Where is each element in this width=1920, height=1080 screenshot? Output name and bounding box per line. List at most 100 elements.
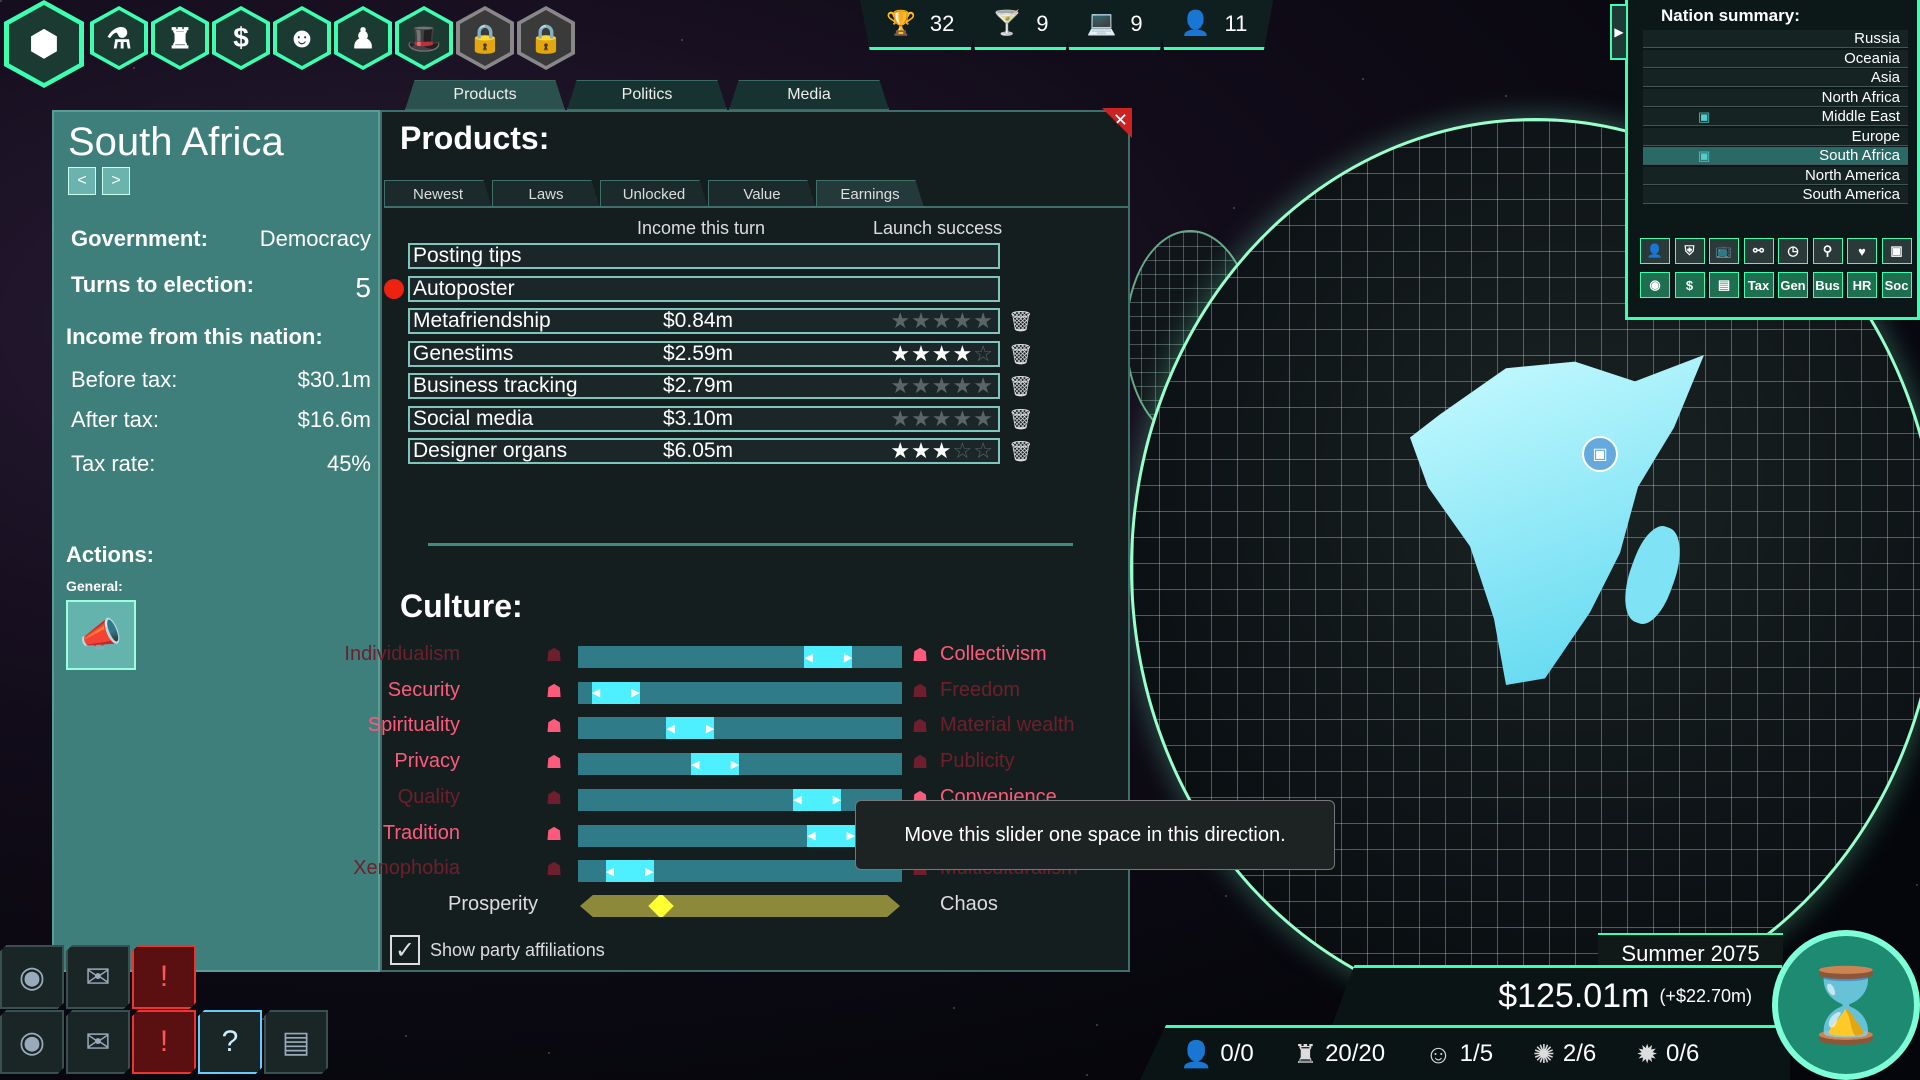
culture-slider-knob[interactable]: ◀ ▶ [666, 717, 715, 740]
alert-button[interactable]: ! [132, 1010, 196, 1074]
collapse-tab[interactable]: ▶ [1610, 4, 1628, 60]
tax-filter[interactable]: Tax [1743, 272, 1774, 298]
arrow-right-icon[interactable]: ▶ [731, 758, 739, 771]
sort-tab-laws[interactable]: Laws [492, 180, 600, 208]
arrow-right-icon[interactable]: ▶ [706, 722, 714, 735]
product-row[interactable]: Social media $3.10m ★★★★★ [408, 405, 1000, 432]
sort-tab-unlocked[interactable]: Unlocked [600, 180, 708, 208]
sort-tab-newest[interactable]: Newest [384, 180, 492, 208]
arrow-right-icon[interactable]: ▶ [844, 651, 852, 664]
culture-slider-track[interactable]: ◀ ▶ [578, 681, 902, 704]
bus-filter[interactable]: Bus [1812, 272, 1843, 298]
arrow-right-icon[interactable]: ▶ [645, 865, 653, 878]
show-party-checkbox[interactable]: ✓ [390, 935, 420, 965]
culture-slider-track[interactable]: ◀ ▶ [578, 824, 902, 847]
mail-button[interactable]: ✉ [66, 1010, 130, 1074]
show-party-label: Show party affiliations [430, 939, 605, 960]
trash-icon[interactable]: 🗑 [1008, 439, 1033, 463]
prosperity-slider[interactable] [580, 895, 900, 917]
culture-slider-knob[interactable]: ◀ ▶ [807, 824, 856, 847]
culture-slider-knob[interactable]: ◀ ▶ [793, 788, 842, 811]
nation-row[interactable]: ▣ South Africa [1643, 147, 1908, 165]
nation-row[interactable]: ▣ Middle East [1643, 108, 1908, 126]
culture-slider-track[interactable]: ◀ ▶ [578, 788, 902, 811]
trash-icon[interactable]: 🗑 [1008, 374, 1033, 398]
lock-icon: 🔒 [521, 10, 571, 66]
camera-filter-icon[interactable]: ▣ [1881, 238, 1912, 264]
culture-slider-track[interactable]: ◀ ▶ [578, 646, 902, 668]
globe-filter-icon[interactable]: ◉ [1640, 272, 1670, 298]
nation-row[interactable]: North America [1643, 166, 1908, 185]
product-row[interactable]: Business tracking $2.79m ★★★★★ [408, 373, 1000, 399]
culture-slider-track[interactable]: ◀ ▶ [578, 753, 902, 776]
gen-filter[interactable]: Gen [1778, 272, 1808, 298]
arrow-left-icon[interactable]: ◀ [807, 829, 815, 842]
tab-media[interactable]: Media [729, 80, 889, 110]
trash-icon[interactable]: 🗑 [1008, 342, 1033, 366]
hr-filter[interactable]: HR [1847, 272, 1877, 298]
star-icon: ★ [973, 373, 994, 398]
culture-slider-knob[interactable]: ◀ ▶ [605, 860, 654, 883]
mail-button[interactable]: ✉ [66, 945, 130, 1009]
soc-filter[interactable]: Soc [1881, 272, 1912, 298]
nation-row[interactable]: North Africa [1643, 88, 1908, 107]
culture-slider-knob[interactable]: ◀ ▶ [691, 753, 740, 776]
nation-row[interactable]: Asia [1643, 69, 1908, 87]
prev-nation-button[interactable]: < [68, 167, 96, 195]
prosperity-knob[interactable] [647, 895, 674, 917]
globe-button[interactable]: ◉ [0, 945, 64, 1009]
pin-filter-icon[interactable]: ⚲ [1812, 238, 1843, 264]
nation-row[interactable]: Europe [1643, 127, 1908, 146]
next-nation-button[interactable]: > [102, 167, 130, 195]
nation-row[interactable]: Russia [1643, 30, 1908, 48]
star-icon: ★ [890, 340, 912, 366]
sort-tab-earnings[interactable]: Earnings [816, 180, 924, 208]
culture-slider-track[interactable]: ◀ ▶ [578, 717, 902, 740]
product-row[interactable]: Designer organs $6.05m ★★★☆☆ [408, 438, 1000, 464]
trash-icon[interactable]: 🗑 [1008, 407, 1033, 431]
nation-row[interactable]: South America [1643, 186, 1908, 204]
nation-row[interactable]: Oceania [1643, 49, 1908, 68]
culture-slider-track[interactable]: ◀ ▶ [578, 860, 902, 883]
arrow-right-icon[interactable]: ▶ [631, 686, 639, 699]
election-row: Turns to election: 5 [71, 272, 371, 304]
tv-marker-icon[interactable]: ▣ [1582, 436, 1618, 472]
product-row[interactable]: Posting tips [408, 243, 1000, 269]
nation-name: North America [1804, 166, 1900, 184]
clock-filter-icon[interactable]: ◷ [1778, 238, 1808, 264]
trash-icon[interactable]: 🗑 [1008, 309, 1033, 333]
tab-products[interactable]: Products [405, 80, 565, 110]
shield-filter-icon[interactable]: ⛨ [1674, 238, 1705, 264]
arrow-right-icon[interactable]: ▶ [833, 793, 841, 806]
arrow-left-icon[interactable]: ◀ [804, 651, 812, 664]
product-row[interactable]: Genestims $2.59m ★★★★☆ [408, 340, 1000, 367]
arrow-left-icon[interactable]: ◀ [592, 686, 600, 699]
media-filter-icon[interactable]: ▤ [1709, 272, 1739, 298]
sort-tab-value[interactable]: Value [708, 180, 816, 208]
general-action-button[interactable]: 📣 [66, 600, 136, 670]
arrow-left-icon[interactable]: ◀ [666, 722, 674, 735]
culture-slider-knob[interactable]: ◀ ▶ [804, 646, 853, 668]
arrow-left-icon[interactable]: ◀ [691, 758, 699, 771]
globe-button[interactable]: ◉ [0, 1010, 64, 1074]
newspaper-button[interactable]: ▤ [264, 1010, 328, 1074]
show-party-toggle[interactable]: ✓ Show party affiliations [390, 935, 605, 965]
arrow-right-icon[interactable]: ▶ [847, 829, 855, 842]
arrow-left-icon[interactable]: ◀ [793, 793, 801, 806]
arrow-left-icon[interactable]: ◀ [606, 865, 614, 878]
star [1916, 884, 1918, 886]
heart-filter-icon[interactable]: ♥ [1847, 238, 1877, 264]
help-button[interactable]: ? [198, 1010, 262, 1074]
alert-button[interactable]: ! [132, 945, 196, 1009]
network-filter-icon[interactable]: ⚯ [1743, 238, 1774, 264]
end-turn-button[interactable]: ⌛ [1772, 930, 1920, 1080]
product-row[interactable]: Metafriendship $0.84m ★★★★★ [408, 308, 1000, 334]
star [0, 0, 2, 2]
product-row[interactable]: Autoposter [408, 275, 1000, 302]
culture-left-label: Tradition [382, 821, 460, 844]
agent-filter-icon[interactable]: 👤 [1640, 238, 1670, 264]
tv-filter-icon[interactable]: 📺 [1709, 238, 1739, 264]
culture-slider-knob[interactable]: ◀ ▶ [591, 681, 640, 704]
dollar-filter-icon[interactable]: $ [1674, 272, 1705, 298]
tab-politics[interactable]: Politics [567, 80, 727, 110]
